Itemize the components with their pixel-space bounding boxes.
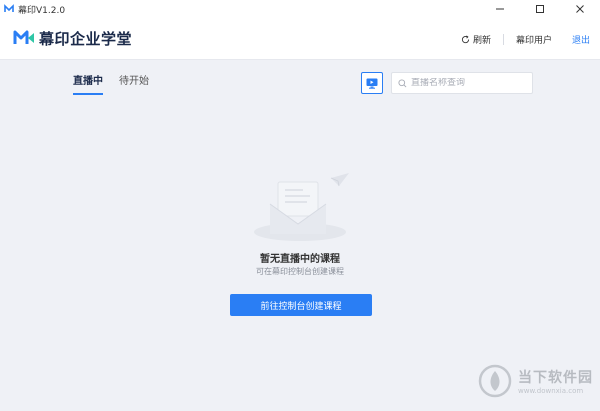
site-watermark: 当下软件园 www.downxia.com: [478, 364, 593, 398]
minimize-icon: [496, 8, 504, 10]
watermark-logo-icon: [478, 364, 512, 398]
title-bar: 幕印V1.2.0: [0, 0, 600, 18]
divider: [502, 33, 504, 45]
empty-state-subtitle: 可在幕印控制台创建课程: [256, 267, 344, 276]
close-button[interactable]: [560, 0, 600, 18]
search-icon: [398, 78, 407, 87]
empty-state-title: 暂无直播中的课程: [260, 254, 340, 265]
close-icon: [576, 5, 584, 13]
refresh-icon: [461, 35, 470, 43]
tab-live[interactable]: 直播中: [73, 72, 103, 95]
monitor-icon: [366, 78, 378, 89]
window-controls: [480, 0, 600, 18]
screen-share-button[interactable]: [361, 72, 383, 94]
maximize-icon: [536, 5, 544, 13]
maximize-button[interactable]: [520, 0, 560, 18]
search-box: [391, 72, 533, 94]
watermark-url: www.downxia.com: [518, 387, 584, 395]
user-name: 幕印用户: [515, 35, 552, 46]
tab-upcoming[interactable]: 待开始: [119, 72, 149, 95]
window-title: 幕印V1.2.0: [18, 5, 66, 16]
watermark-title: 当下软件园: [518, 370, 593, 386]
watermark-text: 当下软件园 www.downxia.com: [518, 367, 593, 395]
brand-logo: 幕印企业学堂: [13, 27, 132, 49]
search-input[interactable]: [411, 78, 521, 88]
empty-mailbox-illustration: [254, 173, 349, 241]
refresh-label: 刷新: [472, 35, 491, 46]
logo-text: 幕印企业学堂: [39, 29, 133, 48]
logout-link[interactable]: 退出: [572, 33, 590, 46]
header-actions: 刷新 幕印用户 退出: [461, 18, 590, 60]
go-to-console-button[interactable]: 前往控制台创建课程: [230, 294, 372, 316]
logo-mark-icon: [13, 30, 34, 44]
minimize-button[interactable]: [480, 0, 520, 18]
app-logo-icon: [4, 4, 14, 12]
course-tabs: 直播中 待开始: [73, 72, 165, 95]
app-header: 幕印企业学堂 刷新 幕印用户 退出: [0, 18, 600, 60]
refresh-button[interactable]: 刷新: [461, 33, 491, 46]
